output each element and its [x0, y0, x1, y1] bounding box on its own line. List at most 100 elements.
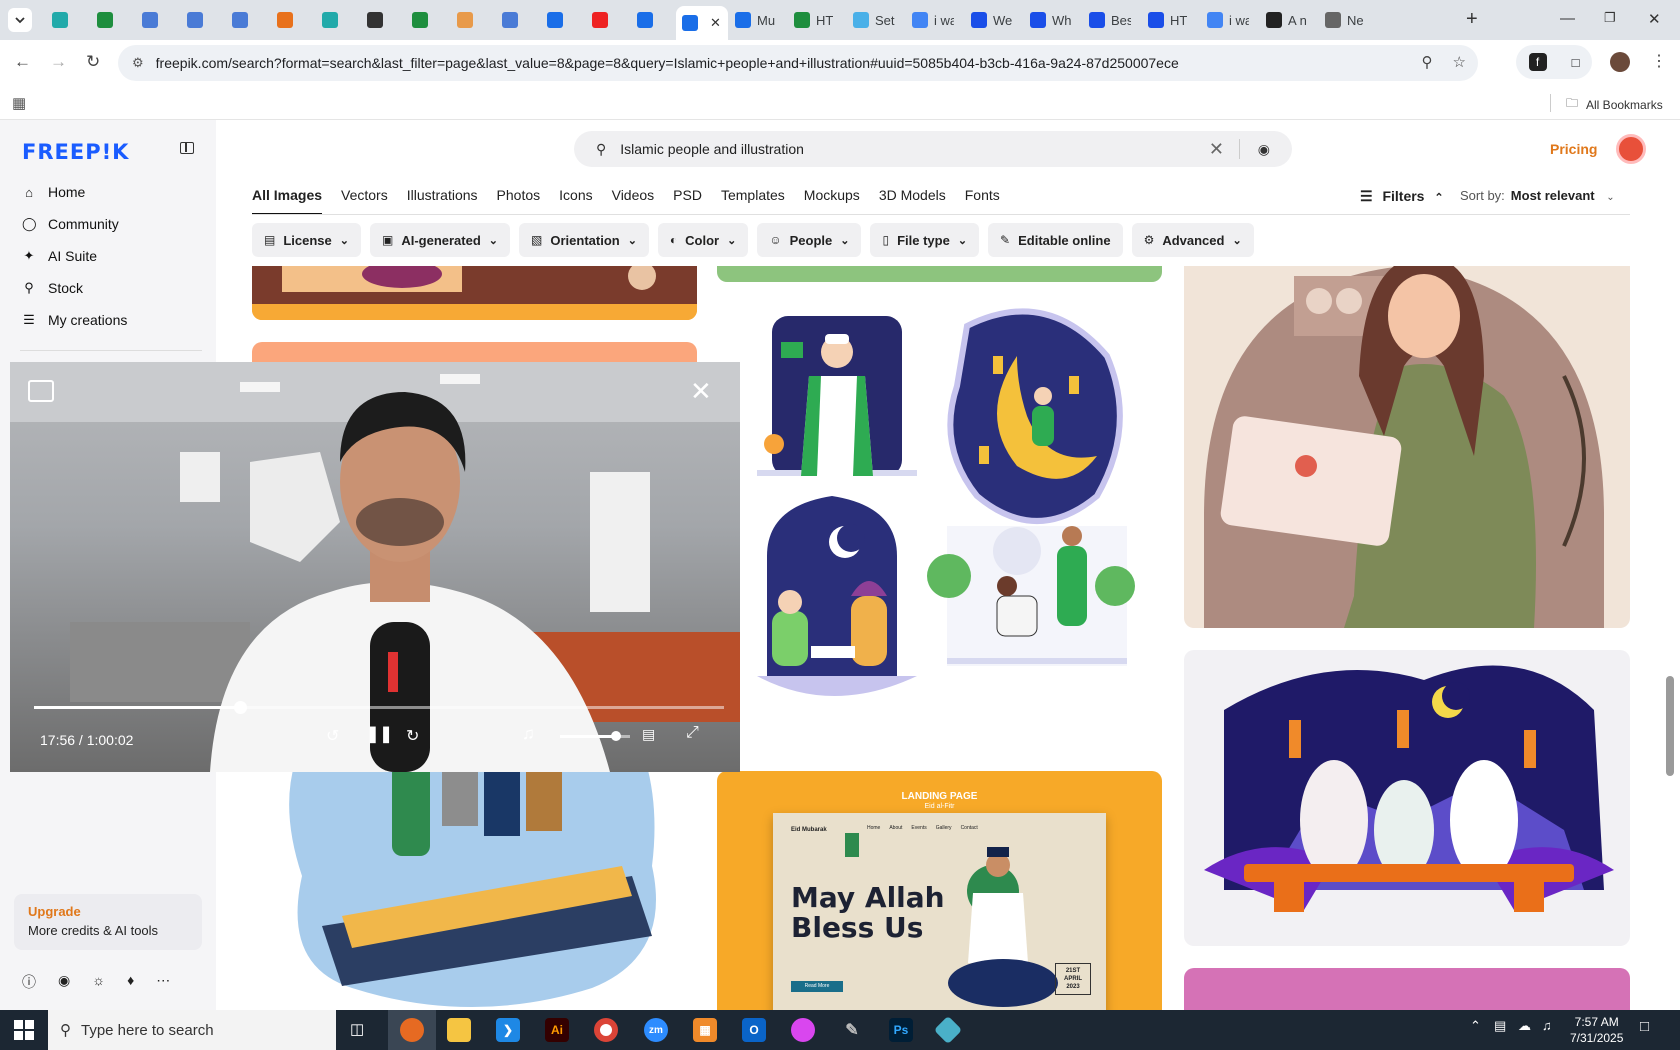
app-icon[interactable]: ▦ [693, 1018, 717, 1042]
image-card[interactable] [1184, 266, 1630, 628]
browser-tab[interactable] [316, 6, 360, 34]
image-card[interactable] [1184, 968, 1630, 1010]
back-to-tab-icon[interactable] [28, 380, 54, 402]
firefox-icon[interactable] [400, 1018, 424, 1042]
volume-handle[interactable] [611, 731, 621, 741]
forward-button[interactable]: → [50, 52, 67, 72]
image-card[interactable]: LANDING PAGE Eid al-Fitr Eid Mubarak Hom… [717, 771, 1162, 1010]
image-card[interactable] [717, 266, 1162, 282]
sidebar-item-my-creations[interactable]: ☰ My creations [22, 312, 127, 328]
tab-mockups[interactable]: Mockups [804, 187, 860, 215]
vscode-icon[interactable]: ❯ [496, 1018, 520, 1042]
tab-photos[interactable]: Photos [497, 187, 541, 215]
apps-grid-icon[interactable]: ▦ [12, 94, 26, 112]
browser-tab[interactable]: HT [1142, 6, 1200, 34]
windows-start-icon[interactable] [14, 1020, 34, 1040]
clear-search-icon[interactable]: ✕ [1209, 139, 1224, 160]
filter-chip-people[interactable]: ☺ People ⌄ [757, 223, 862, 257]
browser-tab[interactable]: Wh [1024, 6, 1082, 34]
fullscreen-icon[interactable]: ⤢ [686, 724, 699, 742]
network-icon[interactable]: ▤ [1494, 1018, 1506, 1034]
help-icon[interactable]: ⓘ [22, 972, 36, 992]
filter-chip-orientation[interactable]: ▧ Orientation ⌄ [519, 223, 649, 257]
page-scrollbar[interactable] [1666, 676, 1674, 776]
search-bar[interactable]: ⚲ Islamic people and illustration ✕ ◉ [574, 131, 1292, 167]
volume-icon[interactable]: ♫ [522, 724, 535, 744]
extension-icon[interactable]: f [1528, 53, 1547, 71]
rewind-icon[interactable]: ↺ [326, 726, 339, 746]
tray-chevron-up-icon[interactable]: ⌃ [1470, 1018, 1481, 1034]
tab-illustrations[interactable]: Illustrations [407, 187, 478, 215]
bell-icon[interactable]: ♦ [127, 972, 134, 992]
minimize-button[interactable]: — [1560, 10, 1575, 27]
video-progress-bar[interactable] [34, 701, 724, 714]
captions-icon[interactable]: ▤ [642, 726, 655, 743]
browser-tab[interactable] [541, 6, 585, 34]
tab-icons[interactable]: Icons [559, 187, 592, 215]
search-input[interactable]: Islamic people and illustration [620, 141, 804, 157]
browser-tab[interactable] [226, 6, 270, 34]
sidebar-item-ai-suite[interactable]: ✦ AI Suite [22, 248, 97, 264]
bookmark-star-icon[interactable]: ☆ [1453, 53, 1466, 71]
zoom-icon[interactable]: ⚲ [1422, 53, 1433, 71]
photoshop-icon[interactable]: Ps [889, 1018, 913, 1042]
image-card[interactable] [252, 266, 697, 320]
sort-dropdown[interactable]: Sort by: Most relevant ⌄ [1460, 188, 1615, 203]
sidebar-item-community[interactable]: ◯ Community [22, 216, 119, 232]
freepik-logo[interactable]: FREEP!K [22, 140, 129, 164]
browser-tab[interactable] [631, 6, 675, 34]
restore-button[interactable]: ❐ [1604, 10, 1616, 26]
taskbar-clock[interactable]: 7:57 AM 7/31/2025 [1570, 1014, 1623, 1046]
browser-tab[interactable] [46, 6, 90, 34]
browser-tab[interactable]: Bes [1083, 6, 1141, 34]
browser-tab[interactable]: i wa [1201, 6, 1259, 34]
browser-tab[interactable]: Mu [729, 6, 787, 34]
forward-icon[interactable]: ↻ [406, 726, 419, 746]
browser-tab[interactable]: ✕ [676, 6, 728, 40]
sidebar-collapse-icon[interactable] [180, 142, 194, 154]
speaker-icon[interactable]: ♫ [1542, 1018, 1552, 1033]
creative-cloud-icon[interactable] [791, 1018, 815, 1042]
browser-tab[interactable] [496, 6, 540, 34]
browser-tab[interactable]: We [965, 6, 1023, 34]
user-avatar[interactable] [1616, 134, 1646, 164]
filter-chip-file-type[interactable]: ▯ File type ⌄ [870, 223, 980, 257]
browser-tab[interactable]: Set [847, 6, 905, 34]
camera-icon[interactable]: ◉ [1258, 141, 1270, 158]
illustrator-icon[interactable]: Ai [545, 1018, 569, 1042]
tab-psd[interactable]: PSD [673, 187, 702, 215]
zoom-icon[interactable]: zm [644, 1018, 668, 1042]
browser-tab[interactable] [361, 6, 405, 34]
site-info-icon[interactable]: ⚙ [132, 55, 144, 71]
volume-slider[interactable] [560, 731, 630, 741]
all-bookmarks-button[interactable]: 🗀 All Bookmarks [1566, 94, 1663, 115]
notifications-icon[interactable]: □ [1640, 1018, 1649, 1035]
outlook-icon[interactable]: O [742, 1018, 766, 1042]
puzzle-icon[interactable]: □ [1572, 55, 1580, 70]
tab-close-icon[interactable]: ✕ [710, 15, 721, 31]
pause-icon[interactable]: ❚❚ [366, 724, 393, 744]
chrome-icon[interactable] [594, 1018, 618, 1042]
url-text[interactable]: freepik.com/search?format=search&last_fi… [156, 55, 1179, 71]
filter-chip-license[interactable]: ▤ License ⌄ [252, 223, 361, 257]
address-bar[interactable]: ⚙ freepik.com/search?format=search&last_… [118, 45, 1478, 81]
filter-chip-color[interactable]: ◐ Color ⌄ [657, 223, 749, 257]
tab-templates[interactable]: Templates [721, 187, 785, 215]
app-icon[interactable] [933, 1015, 963, 1045]
taskbar-search-box[interactable]: ⚲ Type here to search [48, 1010, 336, 1050]
browser-menu-icon[interactable]: ⋮ [1651, 51, 1667, 71]
tab-search-button[interactable] [8, 8, 32, 32]
file-explorer-icon[interactable] [447, 1018, 471, 1042]
image-card[interactable] [717, 296, 1162, 696]
theme-icon[interactable]: ☼ [92, 972, 105, 992]
window-close-button[interactable]: ✕ [1648, 10, 1661, 28]
filter-chip-editable-online[interactable]: ✎ Editable online [988, 223, 1123, 257]
browser-tab[interactable]: HT [788, 6, 846, 34]
pricing-link[interactable]: Pricing [1550, 141, 1597, 157]
browser-tab[interactable] [271, 6, 315, 34]
close-video-icon[interactable]: ✕ [690, 376, 712, 407]
browser-tab[interactable]: i wa [906, 6, 964, 34]
filters-button[interactable]: ☰ Filters ⌃ [1360, 188, 1444, 205]
picture-in-picture-video[interactable]: ✕ 17:56 / 1:00:02 ↺ ❚❚ ↻ ♫ ▤ ⤢ [10, 362, 740, 772]
browser-tab[interactable] [91, 6, 135, 34]
